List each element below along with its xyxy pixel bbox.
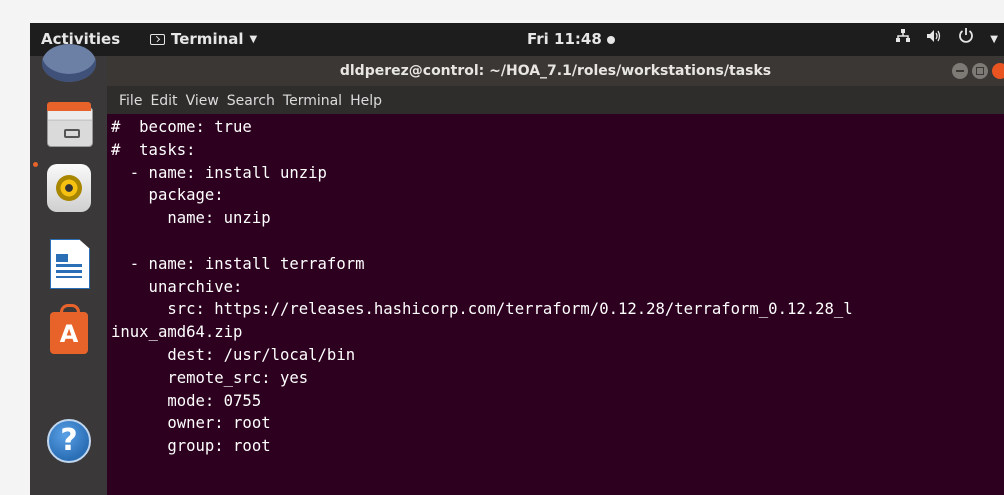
terminal-window: dldperez@control: ~/HOA_7.1/roles/workst… — [107, 56, 1004, 495]
close-button[interactable] — [992, 63, 1004, 79]
app-menu-button[interactable]: Terminal ▼ — [150, 23, 257, 56]
terminal-line: inux_amd64.zip — [111, 323, 243, 342]
power-icon — [958, 23, 974, 56]
terminal-line: group: root — [111, 437, 271, 456]
menu-terminal[interactable]: Terminal — [279, 86, 346, 114]
terminal-line: name: unzip — [111, 209, 271, 228]
chevron-down-icon: ▼ — [990, 34, 998, 45]
top-bar: Activities Terminal ▼ Fri 11:48 ▼ — [30, 23, 1004, 56]
maximize-button[interactable] — [972, 63, 988, 79]
chevron-down-icon: ▼ — [249, 34, 258, 45]
menu-help[interactable]: Help — [346, 86, 386, 114]
app-menu-label: Terminal — [171, 30, 244, 48]
terminal-line: - name: install terraform — [111, 254, 365, 273]
clock-label: Fri 11:48 — [527, 30, 602, 48]
volume-icon — [926, 23, 942, 56]
window-title: dldperez@control: ~/HOA_7.1/roles/workst… — [339, 63, 772, 79]
rhythmbox-icon[interactable] — [44, 164, 94, 214]
terminal-icon — [150, 34, 165, 45]
window-titlebar[interactable]: dldperez@control: ~/HOA_7.1/roles/workst… — [107, 56, 1004, 86]
files-icon[interactable] — [44, 102, 94, 153]
terminal-line: # become: true — [111, 118, 252, 136]
thunderbird-icon[interactable] — [42, 44, 96, 94]
notification-dot-icon — [606, 35, 615, 44]
terminal-line: unarchive: — [111, 277, 243, 296]
dock: A ? — [30, 44, 107, 495]
system-tray[interactable]: ▼ — [896, 23, 998, 56]
running-indicator — [33, 162, 38, 167]
menu-bar: File Edit View Search Terminal Help — [107, 86, 1004, 114]
minimize-button[interactable] — [952, 63, 968, 79]
help-icon[interactable]: ? — [44, 416, 94, 466]
terminal-content[interactable]: # become: true # tasks: - name: install … — [107, 114, 1004, 495]
terminal-line: dest: /usr/local/bin — [111, 345, 356, 364]
terminal-line: package: — [111, 186, 224, 205]
network-icon — [896, 23, 911, 56]
menu-edit[interactable]: Edit — [146, 86, 181, 114]
terminal-line: owner: root — [111, 414, 271, 433]
terminal-line: remote_src: yes — [111, 368, 309, 387]
menu-view[interactable]: View — [182, 86, 223, 114]
terminal-line: src: https://releases.hashicorp.com/terr… — [111, 300, 853, 319]
ubuntu-software-icon[interactable]: A — [44, 304, 94, 356]
libreoffice-writer-icon[interactable] — [44, 239, 94, 289]
terminal-line: - name: install unzip — [111, 163, 327, 182]
terminal-line: # tasks: — [111, 140, 196, 159]
clock-button[interactable]: Fri 11:48 — [527, 23, 615, 56]
desktop-screen: Activities Terminal ▼ Fri 11:48 ▼ A ? dl… — [30, 23, 1004, 495]
terminal-line: mode: 0755 — [111, 391, 262, 410]
menu-search[interactable]: Search — [223, 86, 279, 114]
menu-file[interactable]: File — [115, 86, 146, 114]
